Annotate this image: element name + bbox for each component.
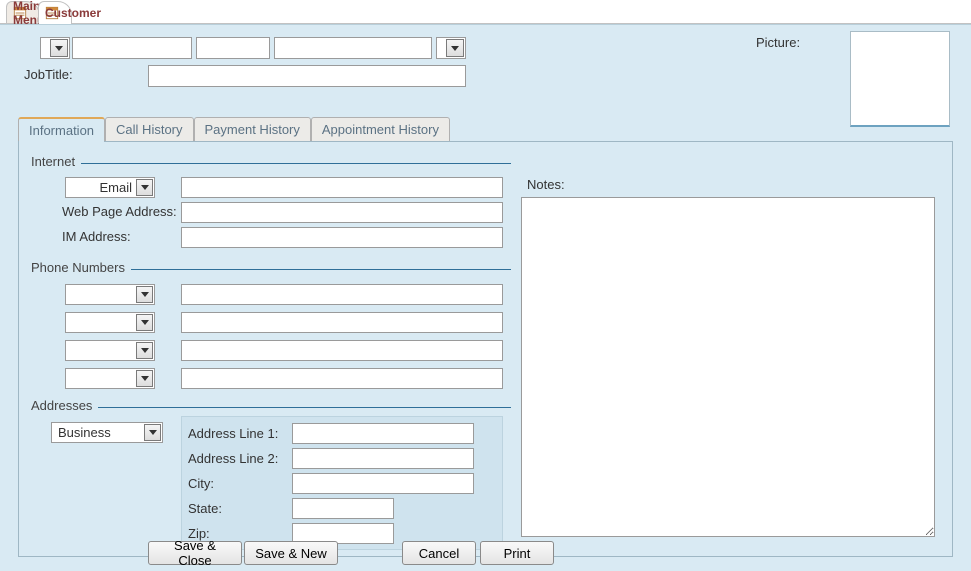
address-state-label: State:: [188, 501, 292, 516]
dropdown-icon[interactable]: [446, 39, 464, 57]
save-close-button[interactable]: Save & Close: [148, 541, 242, 565]
picture-label: Picture:: [756, 35, 800, 50]
group-heading: Phone Numbers: [31, 260, 131, 275]
address-city-input[interactable]: [292, 473, 474, 494]
webpage-input[interactable]: [181, 202, 503, 223]
middle-name-input[interactable]: [196, 37, 270, 59]
address-state-input[interactable]: [292, 498, 394, 519]
dropdown-icon[interactable]: [136, 370, 153, 387]
tab-label: Appointment History: [322, 122, 439, 137]
notes-label: Notes:: [527, 177, 565, 192]
window-tab-customer[interactable]: Customer: [38, 1, 72, 23]
name-suffix-combo[interactable]: [436, 37, 466, 59]
window-tab-label: Customer: [45, 6, 101, 20]
print-button[interactable]: Print: [480, 541, 554, 565]
group-phone: Phone Numbers: [31, 260, 511, 275]
picture-box[interactable]: [850, 31, 950, 127]
window-tab-main-menu[interactable]: Main Menu: [6, 1, 40, 23]
phone-input-1[interactable]: [181, 284, 503, 305]
tab-call-history[interactable]: Call History: [105, 117, 193, 141]
address-line1-label: Address Line 1:: [188, 426, 292, 441]
tab-appointment-history[interactable]: Appointment History: [311, 117, 450, 141]
save-new-button[interactable]: Save & New: [244, 541, 338, 565]
first-name-input[interactable]: [72, 37, 192, 59]
address-panel: Address Line 1: Address Line 2: City: St…: [181, 416, 503, 550]
group-heading: Addresses: [31, 398, 98, 413]
dropdown-icon[interactable]: [136, 286, 153, 303]
im-input[interactable]: [181, 227, 503, 248]
phone-type-combo-1[interactable]: [65, 284, 155, 305]
combo-value: Email: [99, 180, 132, 195]
tab-payment-history[interactable]: Payment History: [194, 117, 311, 141]
address-line2-label: Address Line 2:: [188, 451, 292, 466]
name-prefix-combo[interactable]: [40, 37, 70, 59]
phone-type-combo-3[interactable]: [65, 340, 155, 361]
button-label: Print: [504, 546, 531, 561]
dropdown-icon[interactable]: [136, 342, 153, 359]
group-heading: Internet: [31, 154, 81, 169]
tab-label: Payment History: [205, 122, 300, 137]
dropdown-icon[interactable]: [136, 179, 153, 196]
email-type-combo[interactable]: Email: [65, 177, 155, 198]
group-internet: Internet: [31, 154, 511, 169]
address-row-line1: Address Line 1:: [188, 421, 496, 446]
phone-input-2[interactable]: [181, 312, 503, 333]
cancel-button[interactable]: Cancel: [402, 541, 476, 565]
detail-tab-strip: Information Call History Payment History…: [18, 115, 956, 141]
group-addresses: Addresses: [31, 398, 511, 413]
address-city-label: City:: [188, 476, 292, 491]
address-row-line2: Address Line 2:: [188, 446, 496, 471]
address-line1-input[interactable]: [292, 423, 474, 444]
im-label: IM Address:: [62, 229, 131, 244]
tab-information[interactable]: Information: [18, 117, 105, 141]
last-name-input[interactable]: [274, 37, 432, 59]
jobtitle-input[interactable]: [148, 65, 466, 87]
detail-tab-control: Information Call History Payment History…: [18, 115, 956, 557]
email-input[interactable]: [181, 177, 503, 198]
phone-input-4[interactable]: [181, 368, 503, 389]
button-label: Save & New: [255, 546, 327, 561]
button-label: Save & Close: [157, 538, 233, 568]
dropdown-icon[interactable]: [50, 39, 68, 57]
address-line2-input[interactable]: [292, 448, 474, 469]
button-label: Cancel: [419, 546, 459, 561]
window-tab-strip: Main Menu Customer: [0, 0, 971, 24]
phone-type-combo-4[interactable]: [65, 368, 155, 389]
dropdown-icon[interactable]: [136, 314, 153, 331]
phone-input-3[interactable]: [181, 340, 503, 361]
customer-form: JobTitle: Picture: Information Call Hist…: [0, 24, 971, 571]
tab-body-information: Internet Email Web Page Address: IM Addr…: [18, 141, 953, 557]
address-row-city: City:: [188, 471, 496, 496]
address-row-state: State:: [188, 496, 496, 521]
notes-textarea[interactable]: [521, 197, 935, 537]
tab-label: Call History: [116, 122, 182, 137]
phone-type-combo-2[interactable]: [65, 312, 155, 333]
address-type-combo[interactable]: Business: [51, 422, 163, 443]
combo-value: Business: [58, 425, 111, 440]
dropdown-icon[interactable]: [144, 424, 161, 441]
webpage-label: Web Page Address:: [62, 204, 177, 219]
jobtitle-label: JobTitle:: [24, 67, 73, 82]
tab-label: Information: [29, 123, 94, 138]
